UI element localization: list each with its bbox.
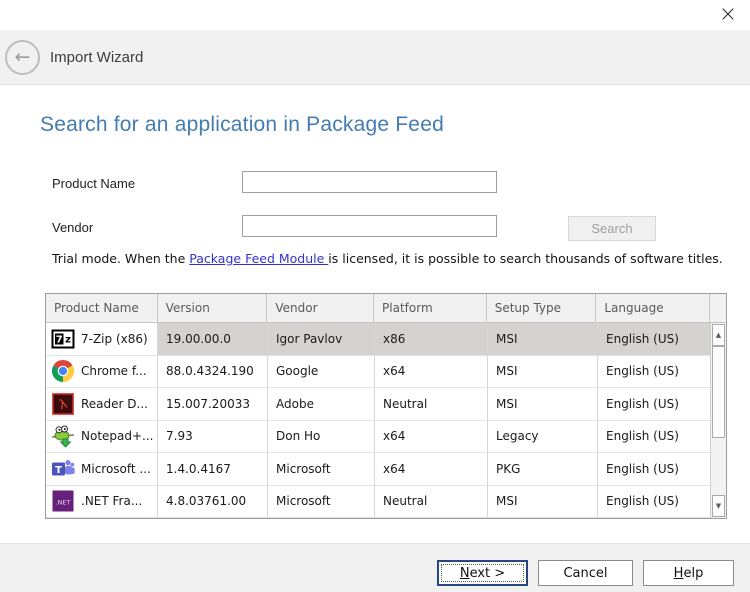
cell-version: 4.8.03761.00 bbox=[158, 486, 268, 519]
cell-vendor: Microsoft bbox=[268, 453, 375, 486]
cell-platform: x86 bbox=[375, 323, 488, 356]
scroll-up-icon[interactable]: ▲ bbox=[712, 324, 725, 346]
help-button[interactable]: Help bbox=[643, 560, 734, 586]
table-row[interactable]: T Microsoft ... 1.4.0.4167 Microsoft x64… bbox=[46, 453, 712, 486]
cell-product-name: .NET Fra... bbox=[81, 494, 142, 508]
svg-text:T: T bbox=[55, 465, 62, 476]
cell-product-name: Notepad+... bbox=[81, 429, 154, 443]
trial-text-prefix: Trial mode. When the bbox=[52, 251, 189, 266]
package-results-table: Product Name Version Vendor Platform Set… bbox=[45, 293, 727, 519]
cell-platform: Neutral bbox=[375, 388, 488, 421]
cell-language: English (US) bbox=[598, 421, 712, 454]
page-title: Search for an application in Package Fee… bbox=[40, 113, 444, 137]
table-row[interactable]: Chrome f... 88.0.4324.190 Google x64 MSI… bbox=[46, 356, 712, 389]
cell-product-name: 7-Zip (x86) bbox=[81, 332, 148, 346]
cell-setup-type: Legacy bbox=[488, 421, 598, 454]
cell-setup-type: MSI bbox=[488, 356, 598, 389]
svg-text:z: z bbox=[65, 334, 71, 345]
product-name-input[interactable] bbox=[242, 171, 497, 193]
cell-setup-type: PKG bbox=[488, 453, 598, 486]
cell-version: 88.0.4324.190 bbox=[158, 356, 268, 389]
cell-version: 19.00.00.0 bbox=[158, 323, 268, 356]
notepad-plus-plus-icon bbox=[51, 424, 75, 448]
table-row[interactable]: λ Reader D... 15.007.20033 Adobe Neutral… bbox=[46, 388, 712, 421]
cell-language: English (US) bbox=[598, 323, 712, 356]
vendor-label: Vendor bbox=[52, 220, 93, 235]
trial-text-suffix: is licensed, it is possible to search th… bbox=[328, 251, 722, 266]
column-header-setup-type[interactable]: Setup Type bbox=[487, 294, 597, 322]
column-header-language[interactable]: Language bbox=[596, 294, 710, 322]
cell-platform: x64 bbox=[375, 453, 488, 486]
column-header-scrollbar-spacer bbox=[710, 294, 726, 322]
cell-product-name: Chrome f... bbox=[81, 364, 147, 378]
cell-product-name: Microsoft ... bbox=[81, 462, 151, 476]
column-header-version[interactable]: Version bbox=[158, 294, 268, 322]
dotnet-icon: .NET bbox=[51, 489, 75, 513]
column-header-product-name[interactable]: Product Name bbox=[46, 294, 158, 322]
vendor-input[interactable] bbox=[242, 215, 497, 237]
adobe-reader-icon: λ bbox=[51, 392, 75, 416]
scrollbar-thumb[interactable] bbox=[712, 346, 725, 438]
table-body: 7 z 7-Zip (x86) 19.00.00.0 Igor Pavlov x… bbox=[46, 323, 726, 518]
wizard-header: ← Import Wizard bbox=[0, 30, 750, 85]
cell-version: 1.4.0.4167 bbox=[158, 453, 268, 486]
cell-setup-type: MSI bbox=[488, 388, 598, 421]
cell-platform: Neutral bbox=[375, 486, 488, 519]
7zip-icon: 7 z bbox=[51, 327, 75, 351]
dialog-footer: Next > Cancel Help bbox=[0, 543, 750, 592]
scroll-down-icon[interactable]: ▼ bbox=[712, 495, 725, 517]
cancel-button[interactable]: Cancel bbox=[538, 560, 633, 586]
svg-text:.NET: .NET bbox=[55, 499, 70, 507]
back-arrow-icon[interactable]: ← bbox=[5, 40, 40, 75]
titlebar: × bbox=[0, 0, 750, 30]
trial-mode-note: Trial mode. When the Package Feed Module… bbox=[52, 251, 723, 266]
cell-language: English (US) bbox=[598, 388, 712, 421]
cell-language: English (US) bbox=[598, 356, 712, 389]
cell-language: English (US) bbox=[598, 453, 712, 486]
table-vertical-scrollbar[interactable]: ▲ ▼ bbox=[710, 323, 726, 518]
column-header-platform[interactable]: Platform bbox=[374, 294, 487, 322]
table-row[interactable]: .NET .NET Fra... 4.8.03761.00 Microsoft … bbox=[46, 486, 712, 519]
svg-text:7: 7 bbox=[56, 334, 63, 345]
cell-vendor: Google bbox=[268, 356, 375, 389]
cell-setup-type: MSI bbox=[488, 486, 598, 519]
cell-vendor: Adobe bbox=[268, 388, 375, 421]
package-feed-module-link[interactable]: Package Feed Module bbox=[189, 251, 328, 266]
cell-vendor: Don Ho bbox=[268, 421, 375, 454]
cell-platform: x64 bbox=[375, 356, 488, 389]
column-header-vendor[interactable]: Vendor bbox=[267, 294, 374, 322]
table-row[interactable]: Notepad+... 7.93 Don Ho x64 Legacy Engli… bbox=[46, 421, 712, 454]
wizard-title: Import Wizard bbox=[50, 30, 143, 85]
close-icon[interactable]: × bbox=[712, 0, 744, 28]
table-header-row: Product Name Version Vendor Platform Set… bbox=[46, 294, 726, 323]
cell-version: 7.93 bbox=[158, 421, 268, 454]
cell-language: English (US) bbox=[598, 486, 712, 519]
next-button[interactable]: Next > bbox=[437, 560, 528, 586]
cell-vendor: Microsoft bbox=[268, 486, 375, 519]
product-name-label: Product Name bbox=[52, 176, 135, 191]
cell-setup-type: MSI bbox=[488, 323, 598, 356]
chrome-icon bbox=[51, 359, 75, 383]
search-button[interactable]: Search bbox=[568, 216, 656, 241]
table-row[interactable]: 7 z 7-Zip (x86) 19.00.00.0 Igor Pavlov x… bbox=[46, 323, 712, 356]
cell-product-name: Reader D... bbox=[81, 397, 148, 411]
cell-vendor: Igor Pavlov bbox=[268, 323, 375, 356]
microsoft-teams-icon: T bbox=[51, 457, 75, 481]
cell-platform: x64 bbox=[375, 421, 488, 454]
cell-version: 15.007.20033 bbox=[158, 388, 268, 421]
